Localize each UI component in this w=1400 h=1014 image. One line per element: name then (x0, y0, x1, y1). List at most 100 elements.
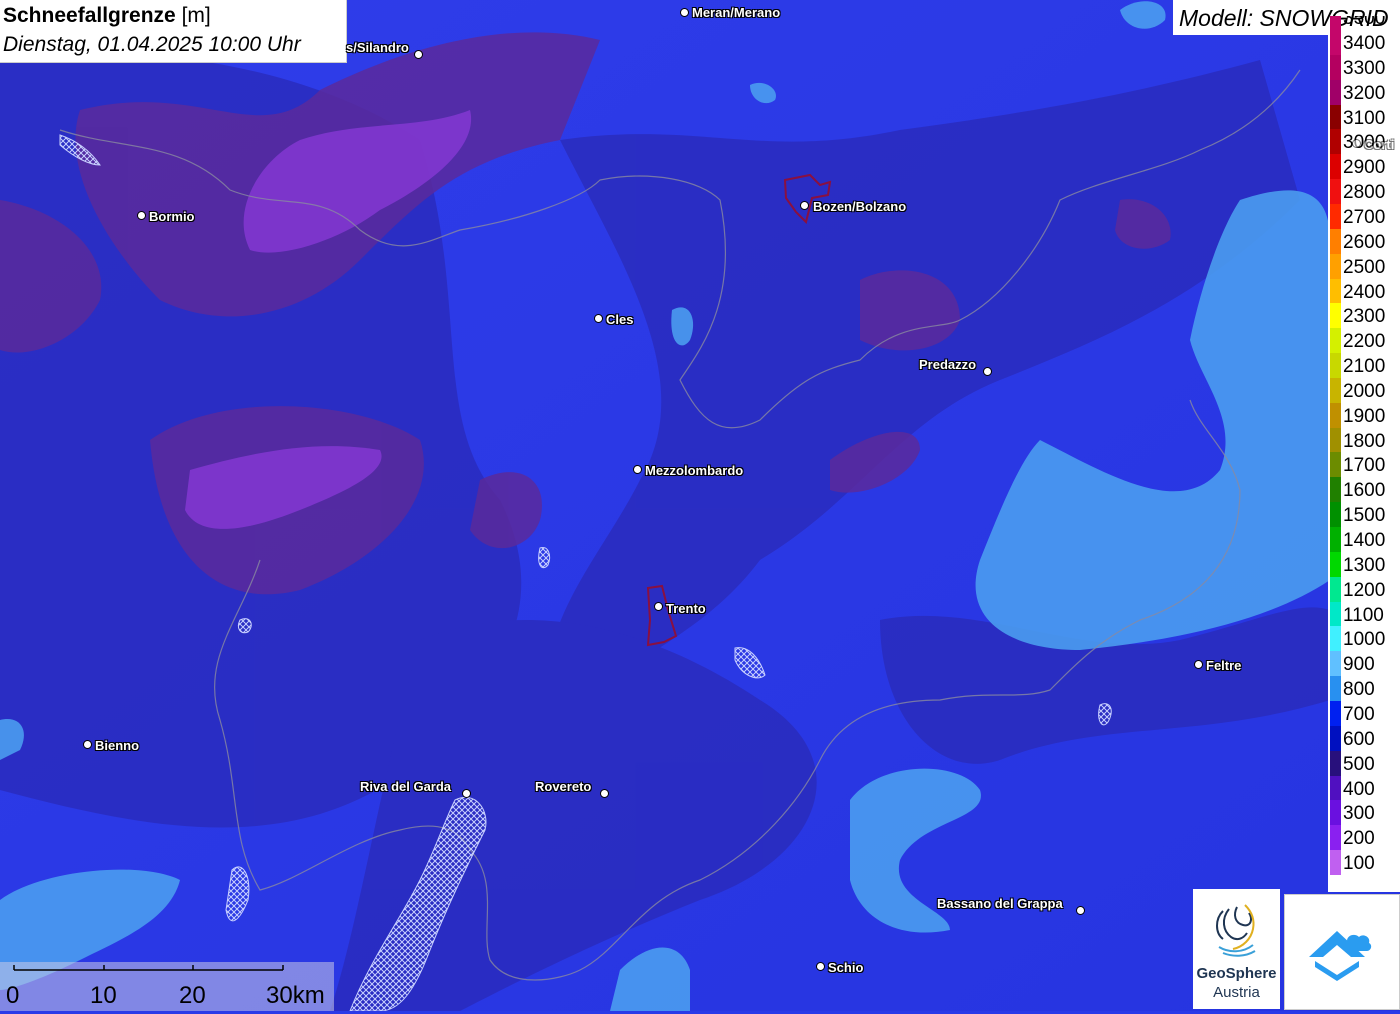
city-dot (800, 201, 809, 210)
legend-row: 2800 (1328, 179, 1400, 205)
legend-label: 2100 (1343, 356, 1386, 378)
legend-row: 3300 (1328, 54, 1400, 80)
map-title: Schneefallgrenze [m] (3, 4, 211, 28)
legend-row: 700 (1328, 700, 1400, 726)
legend-label: 1500 (1343, 505, 1386, 527)
app-logo[interactable] (1284, 894, 1400, 1010)
legend-swatch (1330, 253, 1341, 279)
legend-label: 2300 (1343, 306, 1386, 328)
legend-swatch (1330, 452, 1341, 478)
city-label: Bassano del Grappa (937, 896, 1063, 911)
city-dot (137, 211, 146, 220)
legend-label: 2600 (1343, 231, 1386, 253)
legend-row: 1100 (1328, 601, 1400, 627)
legend-row: 1700 (1328, 452, 1400, 478)
city-dot (1076, 906, 1085, 915)
legend-label: 1600 (1343, 480, 1386, 502)
legend-row: 500 (1328, 750, 1400, 776)
legend-row: 2000 (1328, 377, 1400, 403)
legend-swatch (1330, 551, 1341, 577)
legend-swatch (1330, 576, 1341, 602)
legend-row: 2700 (1328, 203, 1400, 229)
legend-label: 3400 (1343, 33, 1386, 54)
city-label: Bozen/Bolzano (813, 199, 907, 214)
city-dot (816, 962, 825, 971)
legend-swatch (1330, 203, 1341, 229)
legend-swatch (1330, 651, 1341, 677)
city-label: Schio (828, 960, 864, 975)
legend-swatch (1330, 402, 1341, 428)
app-arrow-cloud-icon (1309, 931, 1372, 981)
legend-row: 1400 (1328, 527, 1400, 552)
scale-label-30km: 30km (266, 982, 325, 1009)
lake-small-4 (237, 618, 252, 634)
legend-row: 2600 (1328, 228, 1400, 254)
legend-row: 1000 (1328, 626, 1400, 652)
legend-swatch (1330, 129, 1341, 155)
legend-swatch (1330, 725, 1341, 751)
logo-text-geosphere: GeoSphere (1196, 965, 1277, 982)
scale-bar: 0 10 20 30km (0, 962, 334, 1011)
legend-swatch (1330, 154, 1341, 180)
legend-label: 2800 (1343, 182, 1386, 204)
city-dot (680, 8, 689, 17)
legend-row: 900 (1328, 651, 1400, 677)
legend-label: 800 (1343, 679, 1375, 701)
legend-row: 3100 (1328, 104, 1400, 130)
legend-swatch (1330, 228, 1341, 254)
scale-label-10: 10 (90, 982, 117, 1009)
legend-swatch (1330, 16, 1341, 30)
legend-swatch (1330, 427, 1341, 453)
city-dot (594, 314, 603, 323)
snowfall-limit-map[interactable] (0, 0, 1400, 1011)
legend-swatch (1330, 303, 1341, 329)
city-dot (654, 602, 663, 611)
legend-swatch (1330, 477, 1341, 503)
legend-label: 700 (1343, 703, 1375, 725)
logo-text-austria: Austria (1213, 984, 1260, 1001)
legend-label: 1000 (1343, 629, 1386, 651)
city-label: Riva del Garda (360, 779, 452, 794)
legend-swatch (1330, 775, 1341, 801)
legend-swatch (1330, 377, 1341, 403)
legend-swatch (1330, 104, 1341, 130)
legend-label: 500 (1343, 753, 1375, 775)
legend-row: 3400 (1328, 30, 1400, 55)
legend-label: 600 (1343, 728, 1375, 750)
city-dot (1194, 660, 1203, 669)
legend-row: 2900 (1328, 154, 1400, 180)
legend-row: 2200 (1328, 328, 1400, 354)
legend-row: 1300 (1328, 551, 1400, 577)
city-dot (600, 789, 609, 798)
legend-row: 300 (1328, 800, 1400, 826)
city-dot (462, 789, 471, 798)
legend-swatch (1330, 601, 1341, 627)
city-dot (414, 50, 423, 59)
legend-swatch (1330, 750, 1341, 776)
color-legend: 3500 3400 3300 3200 3100 3000 2900 2800 2700 2600… (1328, 16, 1400, 892)
geosphere-logo[interactable]: GeoSphere Austria (1193, 889, 1280, 1009)
legend-label: 1800 (1343, 430, 1386, 452)
legend-swatch (1330, 800, 1341, 826)
title-unit: [m] (181, 4, 211, 27)
legend-label: 1900 (1343, 405, 1386, 427)
legend-swatch (1330, 54, 1341, 80)
city-label: s/Silandro (346, 40, 409, 55)
legend-row: 2400 (1328, 278, 1400, 304)
legend-label: 3200 (1343, 82, 1386, 104)
city-dot (633, 465, 642, 474)
scale-label-20: 20 (179, 982, 206, 1009)
legend-label: 1300 (1343, 554, 1386, 576)
legend-label: 1400 (1343, 530, 1386, 551)
legend-swatch (1330, 850, 1341, 876)
scale-label-0: 0 (6, 982, 20, 1009)
city-dot (983, 367, 992, 376)
city-label: Rovereto (535, 779, 592, 794)
city-label: Mezzolombardo (645, 463, 744, 478)
legend-label: 900 (1343, 654, 1375, 676)
geosphere-emblem-icon (1216, 904, 1256, 957)
map-datetime: Dienstag, 01.04.2025 10:00 Uhr (3, 33, 301, 56)
legend-swatch (1330, 79, 1341, 105)
legend-label: 2400 (1343, 281, 1386, 303)
city-label: Predazzo (919, 357, 977, 372)
